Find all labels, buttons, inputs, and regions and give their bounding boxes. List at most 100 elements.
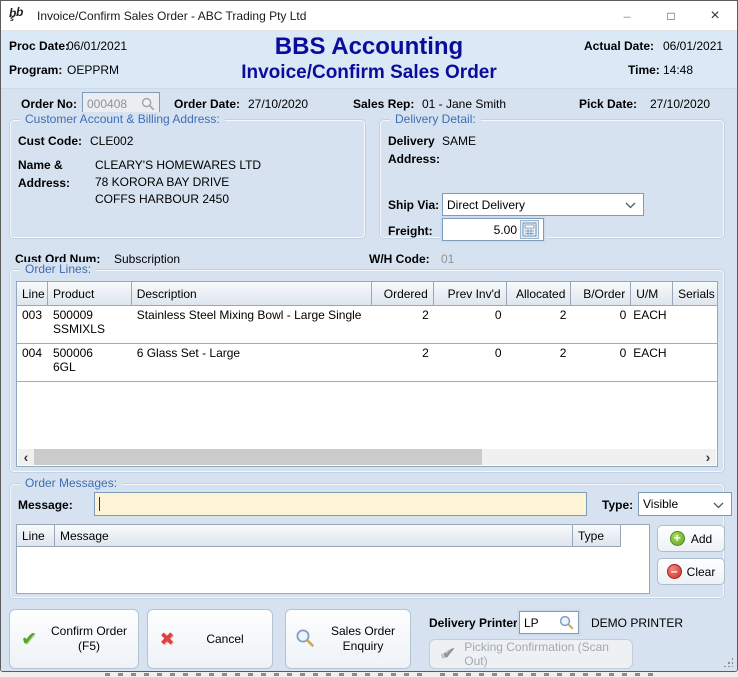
printer-code-value: LP	[524, 616, 539, 630]
cell-line: 004	[17, 344, 48, 381]
screen: bsb Invoice/Confirm Sales Order - ABC Tr…	[0, 0, 738, 677]
background-text-fragment	[105, 673, 425, 676]
cancel-button[interactable]: ✖ Cancel	[147, 609, 273, 669]
picking-confirmation-button[interactable]: ✔ Picking Confirmation (Scan Out)	[429, 639, 633, 669]
horizontal-scrollbar[interactable]: ‹ ›	[18, 449, 716, 465]
scrollbar-thumb[interactable]	[34, 449, 482, 465]
body: Order No: 000408 Order Date: 27/10/2020 …	[1, 89, 737, 671]
cell-allocated: 2	[507, 344, 572, 381]
app-logo-icon: bsb	[9, 8, 27, 24]
cell-description: Stainless Steel Mixing Bowl - Large Sing…	[132, 306, 372, 343]
order-no-label: Order No:	[21, 97, 77, 111]
time-label: Time:	[628, 63, 660, 77]
page-title: Invoice/Confirm Sales Order	[1, 62, 737, 84]
customer-name: CLEARY'S HOMEWARES LTD	[95, 158, 261, 172]
picking-check-icon: ✔	[442, 644, 456, 664]
pick-date-value: 27/10/2020	[650, 97, 710, 111]
message-type-label: Type:	[602, 498, 633, 512]
background-text-fragment	[440, 673, 660, 676]
messages-table: Line Message Type	[16, 524, 650, 594]
col-header-ordered[interactable]: Ordered	[372, 282, 434, 306]
col-header-line[interactable]: Line	[17, 282, 48, 306]
col-header-allocated[interactable]: Allocated	[507, 282, 572, 306]
cust-ord-num-value: Subscription	[114, 252, 180, 266]
order-lines-group: Order Lines: Line Product Description Or…	[9, 269, 725, 473]
msg-col-header-message[interactable]: Message	[55, 525, 573, 547]
titlebar[interactable]: bsb Invoice/Confirm Sales Order - ABC Tr…	[1, 1, 737, 31]
actual-date-value: 06/01/2021	[663, 39, 723, 53]
ship-via-dropdown[interactable]: Direct Delivery	[442, 193, 644, 216]
order-line-row[interactable]: 003 500009SSMIXLS Stainless Steel Mixing…	[17, 306, 717, 344]
cell-ordered: 2	[372, 306, 434, 343]
scrollbar-track[interactable]	[34, 449, 700, 465]
maximize-button[interactable]: □	[649, 1, 693, 30]
order-no-search-icon[interactable]	[141, 97, 155, 111]
clear-messages-button[interactable]: – Clear	[657, 558, 725, 585]
confirm-order-button[interactable]: ✔ Confirm Order(F5)	[9, 609, 139, 669]
pick-date-label: Pick Date:	[579, 97, 637, 111]
cell-um: EACH	[631, 344, 673, 381]
col-header-serials[interactable]: Serials	[673, 282, 717, 306]
printer-name-value: DEMO PRINTER	[591, 616, 683, 630]
calculator-button[interactable]	[520, 220, 539, 239]
cell-product: 500009SSMIXLS	[48, 306, 132, 343]
printer-search-icon[interactable]	[559, 615, 574, 630]
freight-value: 5.00	[494, 223, 517, 237]
actual-date-label: Actual Date:	[584, 39, 654, 53]
wh-code-label: W/H Code:	[369, 252, 430, 266]
order-date-value: 27/10/2020	[248, 97, 308, 111]
enquiry-search-icon	[286, 628, 324, 651]
message-type-dropdown[interactable]: Visible	[638, 492, 732, 516]
col-header-border[interactable]: B/Order	[571, 282, 631, 306]
col-header-description[interactable]: Description	[132, 282, 372, 306]
message-input[interactable]	[94, 492, 587, 516]
order-date-label: Order Date:	[174, 97, 240, 111]
cell-prev-invd: 0	[434, 344, 507, 381]
customer-address-line1: 78 KORORA BAY DRIVE	[95, 175, 229, 189]
order-lines-group-title: Order Lines:	[20, 262, 96, 276]
col-header-product[interactable]: Product	[48, 282, 132, 306]
customer-billing-group: Customer Account & Billing Address: Cust…	[9, 119, 366, 239]
cell-ordered: 2	[372, 344, 434, 381]
cell-allocated: 2	[507, 306, 572, 343]
freight-label: Freight:	[388, 224, 433, 238]
confirm-button-label: Confirm Order(F5)	[48, 624, 138, 654]
delivery-printer-field[interactable]: LP	[519, 611, 579, 634]
minimize-button[interactable]: –	[605, 1, 649, 30]
freight-field[interactable]: 5.00	[442, 218, 544, 241]
col-header-prev-invd[interactable]: Prev Inv'd	[434, 282, 507, 306]
add-message-button[interactable]: + Add	[657, 525, 725, 552]
order-line-row[interactable]: 004 5000066GL 6 Glass Set - Large 2 0 2 …	[17, 344, 717, 382]
calculator-icon	[522, 222, 537, 237]
scroll-right-icon[interactable]: ›	[700, 449, 716, 465]
cell-border: 0	[571, 306, 631, 343]
message-label: Message:	[18, 498, 73, 512]
cell-serials	[673, 344, 717, 381]
msg-col-header-line[interactable]: Line	[17, 525, 55, 547]
background-window-sliver	[0, 672, 738, 677]
messages-header-row: Line Message Type	[17, 525, 649, 547]
cancel-button-label: Cancel	[186, 632, 272, 647]
msg-col-header-type[interactable]: Type	[573, 525, 621, 547]
order-lines-header-row: Line Product Description Ordered Prev In…	[17, 282, 717, 306]
order-lines-table: Line Product Description Ordered Prev In…	[16, 281, 718, 467]
delivery-label: Delivery	[388, 134, 435, 148]
header-band: Proc Date: 06/01/2021 Program: OEPPRM BB…	[1, 31, 737, 89]
cell-product: 5000066GL	[48, 344, 132, 381]
scroll-left-icon[interactable]: ‹	[18, 449, 34, 465]
delivery-address-value: SAME	[442, 134, 476, 148]
resize-grip[interactable]	[723, 657, 733, 667]
sales-order-enquiry-button[interactable]: Sales OrderEnquiry	[285, 609, 411, 669]
add-icon: +	[670, 531, 685, 546]
close-button[interactable]: ×	[693, 1, 737, 30]
window-title: Invoice/Confirm Sales Order - ABC Tradin…	[37, 9, 306, 23]
chevron-down-icon	[713, 502, 724, 509]
cust-code-label: Cust Code:	[18, 134, 82, 148]
address-label: Address:	[18, 176, 70, 190]
customer-group-title: Customer Account & Billing Address:	[20, 112, 225, 126]
col-header-um[interactable]: U/M	[631, 282, 673, 306]
order-no-value: 000408	[87, 97, 127, 111]
wh-code-value: 01	[441, 252, 454, 266]
cust-code-value: CLE002	[90, 134, 133, 148]
cell-serials	[673, 306, 717, 343]
